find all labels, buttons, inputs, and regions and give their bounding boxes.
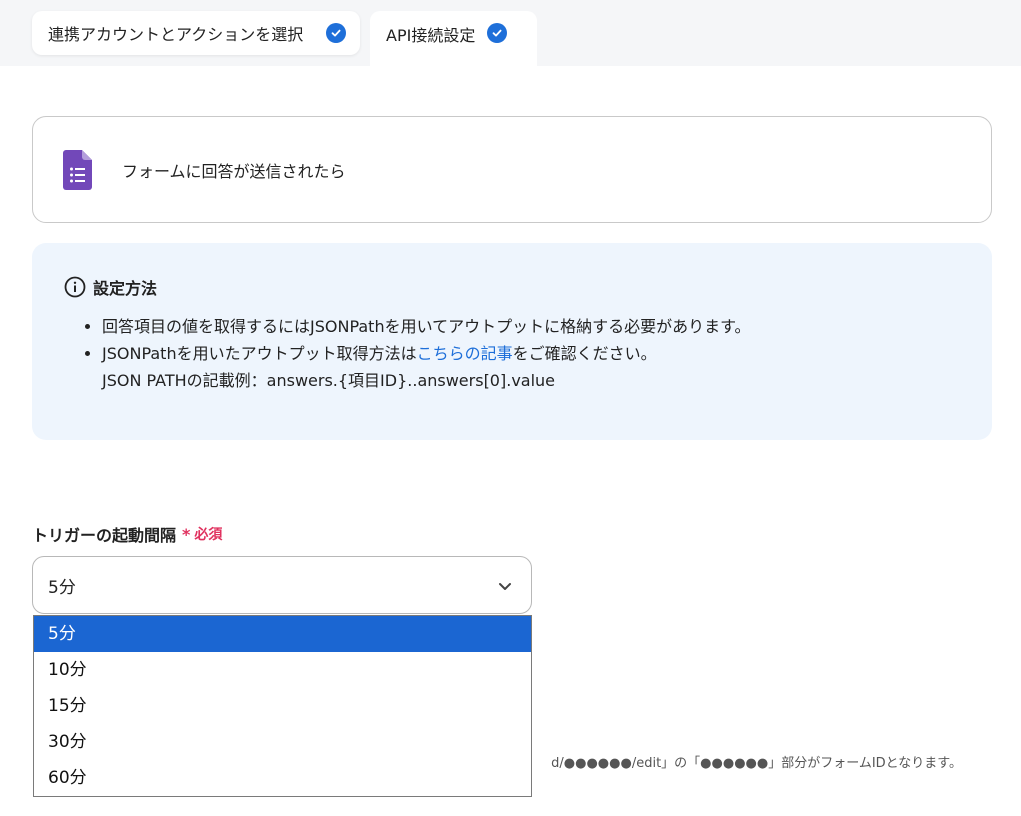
option-15min[interactable]: 15分 [34, 688, 531, 724]
interval-dropdown-list: 5分 10分 15分 30分 60分 [33, 615, 532, 797]
option-5min[interactable]: 5分 [34, 616, 531, 652]
select-value: 5分 [48, 577, 76, 598]
required-text: 必須 [194, 527, 223, 543]
info-heading: 設定方法 [64, 275, 157, 299]
info-bullet-text: JSONPathを用いたアウトプット取得方法は [102, 344, 417, 363]
tab-label: API接続設定 [386, 26, 476, 45]
info-icon [64, 276, 86, 298]
required-asterisk: * [182, 524, 191, 544]
option-10min[interactable]: 10分 [34, 652, 531, 688]
info-bullet-text: をご確認ください。 [512, 344, 657, 363]
article-link[interactable]: こちらの記事 [417, 344, 513, 363]
option-30min[interactable]: 30分 [34, 724, 531, 760]
tab-label: 連携アカウントとアクションを選択 [48, 25, 304, 44]
check-icon [487, 23, 508, 43]
trigger-app-card: フォームに回答が送信されたら [32, 116, 992, 223]
info-bullet: JSONPathを用いたアウトプット取得方法はこちらの記事をご確認ください。 J… [102, 340, 751, 394]
google-forms-icon [63, 149, 92, 190]
info-bullet-text: 回答項目の値を取得するにはJSONPathを用いてアウトプットに格納する必要があ… [102, 317, 751, 336]
trigger-interval-label: トリガーの起動間隔 * 必須 [32, 522, 222, 546]
json-path-example: JSON PATHの記載例：answers.{項目ID}..answers[0]… [102, 371, 556, 390]
check-icon [326, 23, 346, 43]
tab-account-action[interactable]: 連携アカウントとアクションを選択 [32, 11, 360, 55]
settings-info-box: 設定方法 回答項目の値を取得するにはJSONPathを用いてアウトプットに格納す… [32, 243, 992, 440]
trigger-title: フォームに回答が送信されたら [122, 161, 346, 181]
info-bullet: 回答項目の値を取得するにはJSONPathを用いてアウトプットに格納する必要があ… [102, 313, 751, 340]
top-tab-bar: 連携アカウントとアクションを選択 API接続設定 [0, 0, 1021, 66]
info-heading-text: 設定方法 [93, 279, 158, 298]
trigger-interval-select[interactable]: 5分 [32, 556, 532, 614]
field-label-text: トリガーの起動間隔 [32, 526, 177, 545]
tab-api-settings[interactable]: API接続設定 [370, 11, 537, 66]
info-list: 回答項目の値を取得するにはJSONPathを用いてアウトプットに格納する必要があ… [102, 313, 751, 394]
option-60min[interactable]: 60分 [34, 760, 531, 796]
chevron-down-icon [499, 583, 511, 590]
